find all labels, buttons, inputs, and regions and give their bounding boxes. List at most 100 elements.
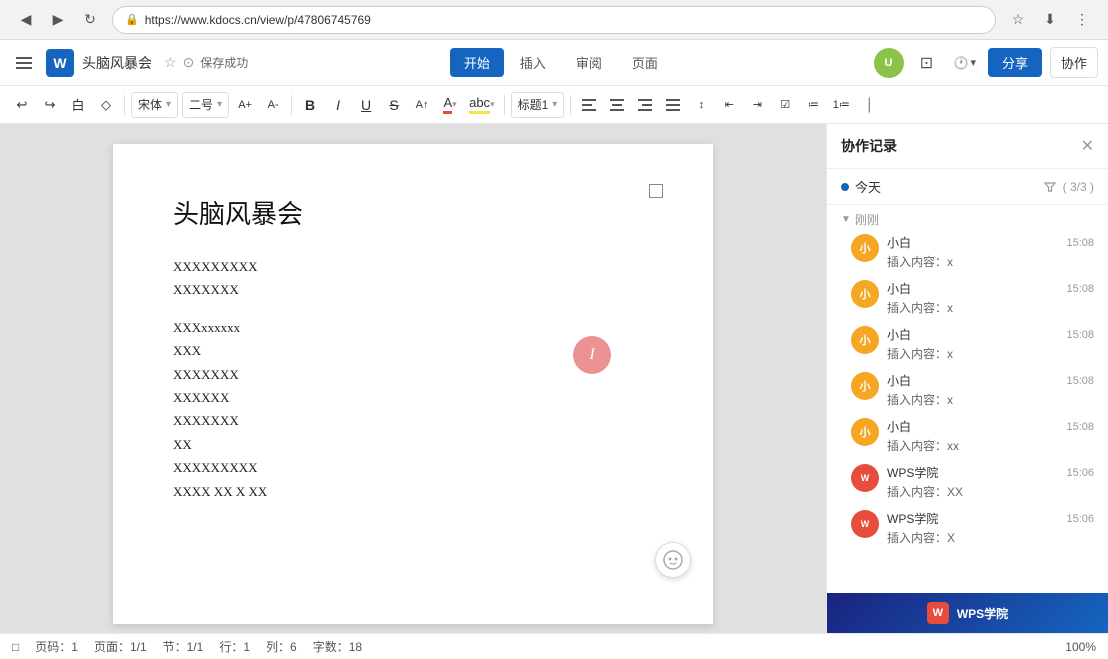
more-tools-button[interactable]: | — [857, 91, 881, 119]
entry-username: 小白 — [887, 372, 911, 389]
document-page[interactable]: I 头脑风暴会 XXXXXXXXX XXXXXXX XXXxxxxxx XXX … — [113, 144, 713, 624]
underline-button[interactable]: U — [354, 91, 378, 119]
font-selector[interactable]: 宋体 ▾ — [131, 92, 178, 118]
entry-time: 15:08 — [1066, 375, 1094, 387]
entry-username: 小白 — [887, 234, 911, 251]
font-color-button[interactable]: A ▾ — [438, 91, 462, 119]
user-avatar-xiaobai: 小 — [851, 372, 879, 400]
history-icon[interactable]: 🕐▾ — [950, 48, 980, 78]
font-color-dropdown[interactable]: ▾ — [452, 99, 457, 110]
collab-entry-content: 小白 15:08 插入内容：x — [887, 280, 1094, 316]
user-avatar[interactable]: U — [874, 48, 904, 78]
font-size-selector[interactable]: 二号 ▾ — [182, 92, 229, 118]
doc-para: XXXXXXX — [173, 409, 653, 432]
collab-entry: W WPS学院 15:06 插入内容：XX — [841, 464, 1094, 500]
star-button[interactable]: ☆ — [1004, 6, 1032, 34]
title-actions: ☆ ⊙ 保存成功 — [164, 54, 248, 71]
document-body[interactable]: XXXXXXXXX XXXXXXX XXXxxxxxx XXX XXXXXXX … — [173, 255, 653, 503]
collab-panel-title: 协作记录 — [841, 136, 897, 156]
user-avatar-wps: W — [851, 510, 879, 538]
collab-entry-content: 小白 15:08 插入内容：x — [887, 372, 1094, 408]
strikethrough-button[interactable]: S — [382, 91, 406, 119]
toolbar: ↩ ↪ 白 ◇ 宋体 ▾ 二号 ▾ A+ A- B I U S A↑ A ▾ a… — [0, 86, 1108, 124]
heading-name: 标题1 — [518, 96, 549, 113]
align-left-button[interactable] — [577, 91, 601, 119]
tab-insert[interactable]: 插入 — [506, 48, 560, 77]
doc-para: XXXXXXXXX — [173, 456, 653, 479]
address-bar[interactable]: 🔒 https://www.kdocs.cn/view/p/4780674576… — [112, 6, 996, 34]
clear-button[interactable]: 白 — [66, 91, 90, 119]
star-doc-icon[interactable]: ☆ — [164, 54, 177, 71]
italic-button[interactable]: I — [326, 91, 350, 119]
status-bar: □ 页码：1 页面：1/1 节：1/1 行：1 列：6 字数：18 100% — [0, 633, 1108, 659]
align-center-button[interactable] — [605, 91, 629, 119]
browser-chrome: ◀ ▶ ↻ 🔒 https://www.kdocs.cn/view/p/4780… — [0, 0, 1108, 40]
document-area[interactable]: I 头脑风暴会 XXXXXXXXX XXXXXXX XXXxxxxxx XXX … — [0, 124, 826, 633]
highlight-dropdown[interactable]: ▾ — [490, 99, 495, 110]
menu-button[interactable]: ⋮ — [1068, 6, 1096, 34]
zoom-level: 100% — [1065, 640, 1096, 654]
indent-increase-button[interactable]: ⇥ — [745, 91, 769, 119]
entry-desc: 插入内容：x — [887, 253, 1094, 270]
forward-button[interactable]: ▶ — [44, 6, 72, 34]
wps-promo-text: WPS学院 — [957, 605, 1008, 622]
screen-icon[interactable]: ⊡ — [912, 48, 942, 78]
entry-desc: 插入内容：XX — [887, 483, 1094, 500]
share-button[interactable]: 分享 — [988, 48, 1042, 77]
status-page-icon: □ — [12, 640, 19, 654]
line-spacing-button[interactable]: ↕ — [689, 91, 713, 119]
collab-entry: W WPS学院 15:06 插入内容：X — [841, 510, 1094, 546]
tab-start[interactable]: 开始 — [450, 48, 504, 77]
redo-button[interactable]: ↪ — [38, 91, 62, 119]
entry-username: WPS学院 — [887, 510, 938, 527]
status-col: 列：6 — [266, 638, 297, 655]
status-bar-right: 100% — [1065, 640, 1096, 654]
highlight-button[interactable]: abc ▾ — [466, 91, 498, 119]
collapse-icon[interactable]: ▼ — [841, 214, 851, 225]
wps-promo-banner[interactable]: W WPS学院 — [827, 593, 1108, 633]
entry-time: 15:06 — [1066, 513, 1094, 525]
collab-entry-content: WPS学院 15:06 插入内容：XX — [887, 464, 1094, 500]
entry-desc: 插入内容：x — [887, 391, 1094, 408]
nav-buttons: ◀ ▶ ↻ — [12, 6, 104, 34]
checklist-button[interactable]: ☑ — [773, 91, 797, 119]
highlight-icon: abc — [469, 95, 490, 114]
divider-3 — [504, 95, 505, 115]
entry-username: 小白 — [887, 326, 911, 343]
subscript-button[interactable]: A↑ — [410, 91, 434, 119]
status-section: 节：1/1 — [163, 638, 204, 655]
tab-page[interactable]: 页面 — [618, 48, 672, 77]
bold-button[interactable]: B — [298, 91, 322, 119]
collab-button[interactable]: 协作 — [1050, 47, 1098, 78]
ai-assistant-button[interactable] — [655, 542, 691, 578]
align-right-button[interactable] — [633, 91, 657, 119]
collab-panel-header: 协作记录 ✕ — [827, 124, 1108, 169]
collab-close-button[interactable]: ✕ — [1081, 136, 1094, 156]
entry-time: 15:08 — [1066, 329, 1094, 341]
tab-review[interactable]: 审阅 — [562, 48, 616, 77]
browser-actions: ☆ ⬇ ⋮ — [1004, 6, 1096, 34]
bullet-list-button[interactable]: ≔ — [801, 91, 825, 119]
doc-para: XXXXXX — [173, 386, 653, 409]
hamburger-button[interactable] — [10, 49, 38, 77]
filter-icon[interactable] — [1043, 180, 1057, 194]
collab-entry-content: 小白 15:08 插入内容：xx — [887, 418, 1094, 454]
entry-time: 15:06 — [1066, 467, 1094, 479]
collab-entry-content: 小白 15:08 插入内容：x — [887, 234, 1094, 270]
undo-button[interactable]: ↩ — [10, 91, 34, 119]
url-text: https://www.kdocs.cn/view/p/47806745769 — [145, 13, 371, 27]
entry-desc: 插入内容：xx — [887, 437, 1094, 454]
download-button[interactable]: ⬇ — [1036, 6, 1064, 34]
indent-decrease-button[interactable]: ⇤ — [717, 91, 741, 119]
doc-para: XXXXXXX — [173, 278, 653, 301]
app-header: W 头脑风暴会 ☆ ⊙ 保存成功 开始 插入 审阅 页面 U ⊡ 🕐▾ 分享 协… — [0, 40, 1108, 86]
font-size-decrease-button[interactable]: A- — [261, 91, 285, 119]
eraser-button[interactable]: ◇ — [94, 91, 118, 119]
back-button[interactable]: ◀ — [12, 6, 40, 34]
heading-selector[interactable]: 标题1 ▾ — [511, 92, 565, 118]
numbered-list-button[interactable]: 1≔ — [829, 91, 853, 119]
reload-button[interactable]: ↻ — [76, 6, 104, 34]
justify-button[interactable] — [661, 91, 685, 119]
header-right: U ⊡ 🕐▾ 分享 协作 — [874, 47, 1099, 78]
font-size-increase-button[interactable]: A+ — [233, 91, 257, 119]
